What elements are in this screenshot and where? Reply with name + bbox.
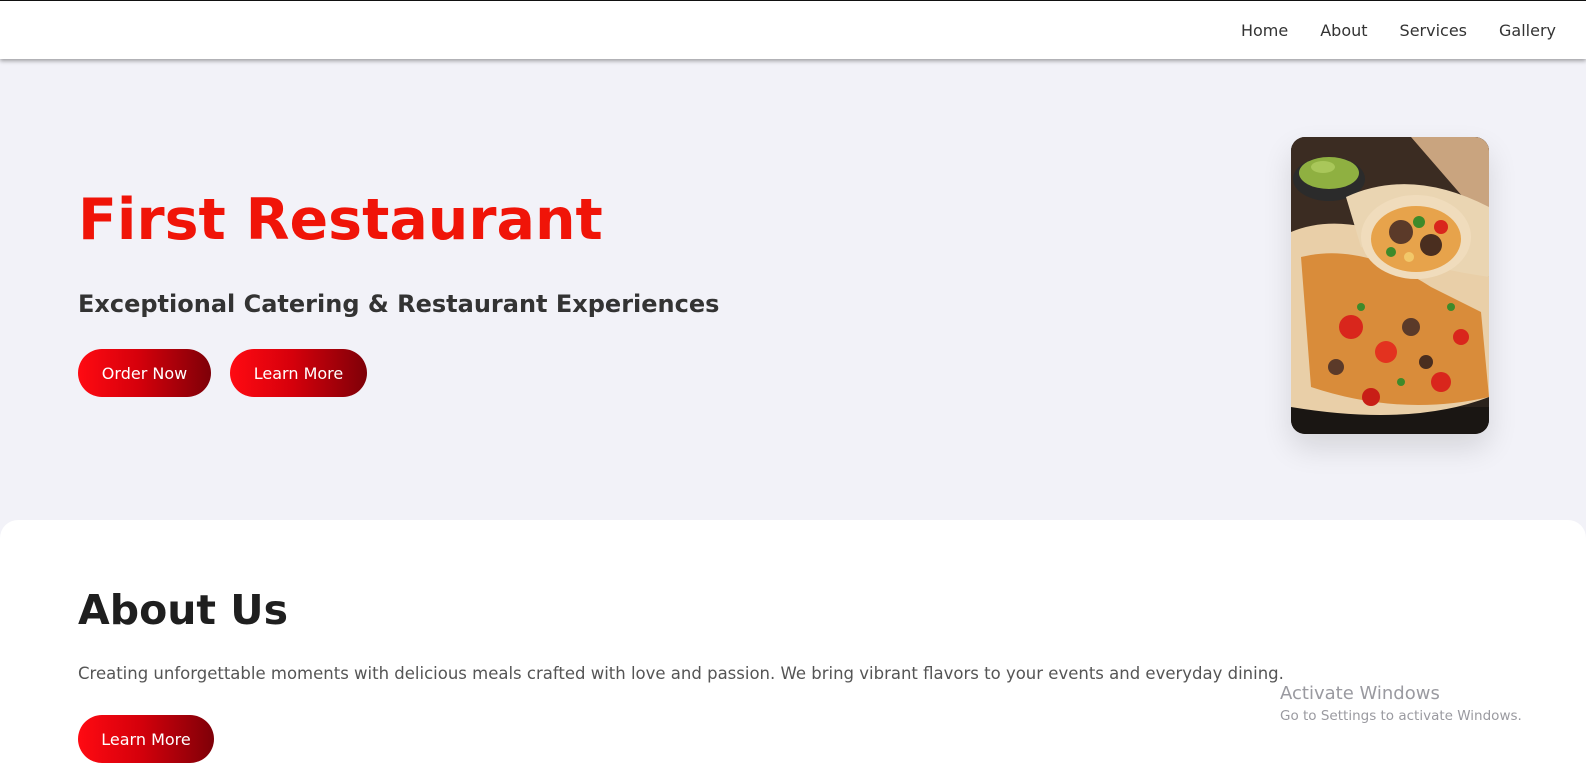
main-nav: Home About Services Gallery <box>1209 1 1556 59</box>
nav-gallery-link[interactable]: Gallery <box>1499 21 1556 40</box>
hero-title: First Restaurant <box>78 187 603 253</box>
activate-windows-watermark: Activate Windows Go to Settings to activ… <box>1280 683 1522 724</box>
about-title: About Us <box>78 586 289 634</box>
nav-about-link[interactable]: About <box>1320 21 1367 40</box>
hero-learn-more-button[interactable]: Learn More <box>230 349 367 397</box>
about-description: Creating unforgettable moments with deli… <box>78 664 1284 683</box>
order-now-button[interactable]: Order Now <box>78 349 211 397</box>
hero-section: First Restaurant Exceptional Catering & … <box>0 58 1586 528</box>
nav-home-link[interactable]: Home <box>1241 21 1288 40</box>
about-learn-more-button[interactable]: Learn More <box>78 715 214 763</box>
burrito-food-image <box>1291 137 1489 434</box>
watermark-subtitle: Go to Settings to activate Windows. <box>1280 708 1522 724</box>
about-section: About Us Creating unforgettable moments … <box>0 520 1586 780</box>
top-navbar: Home About Services Gallery <box>0 0 1586 59</box>
hero-subtitle: Exceptional Catering & Restaurant Experi… <box>78 290 720 318</box>
nav-services-link[interactable]: Services <box>1400 21 1467 40</box>
watermark-title: Activate Windows <box>1280 683 1440 704</box>
